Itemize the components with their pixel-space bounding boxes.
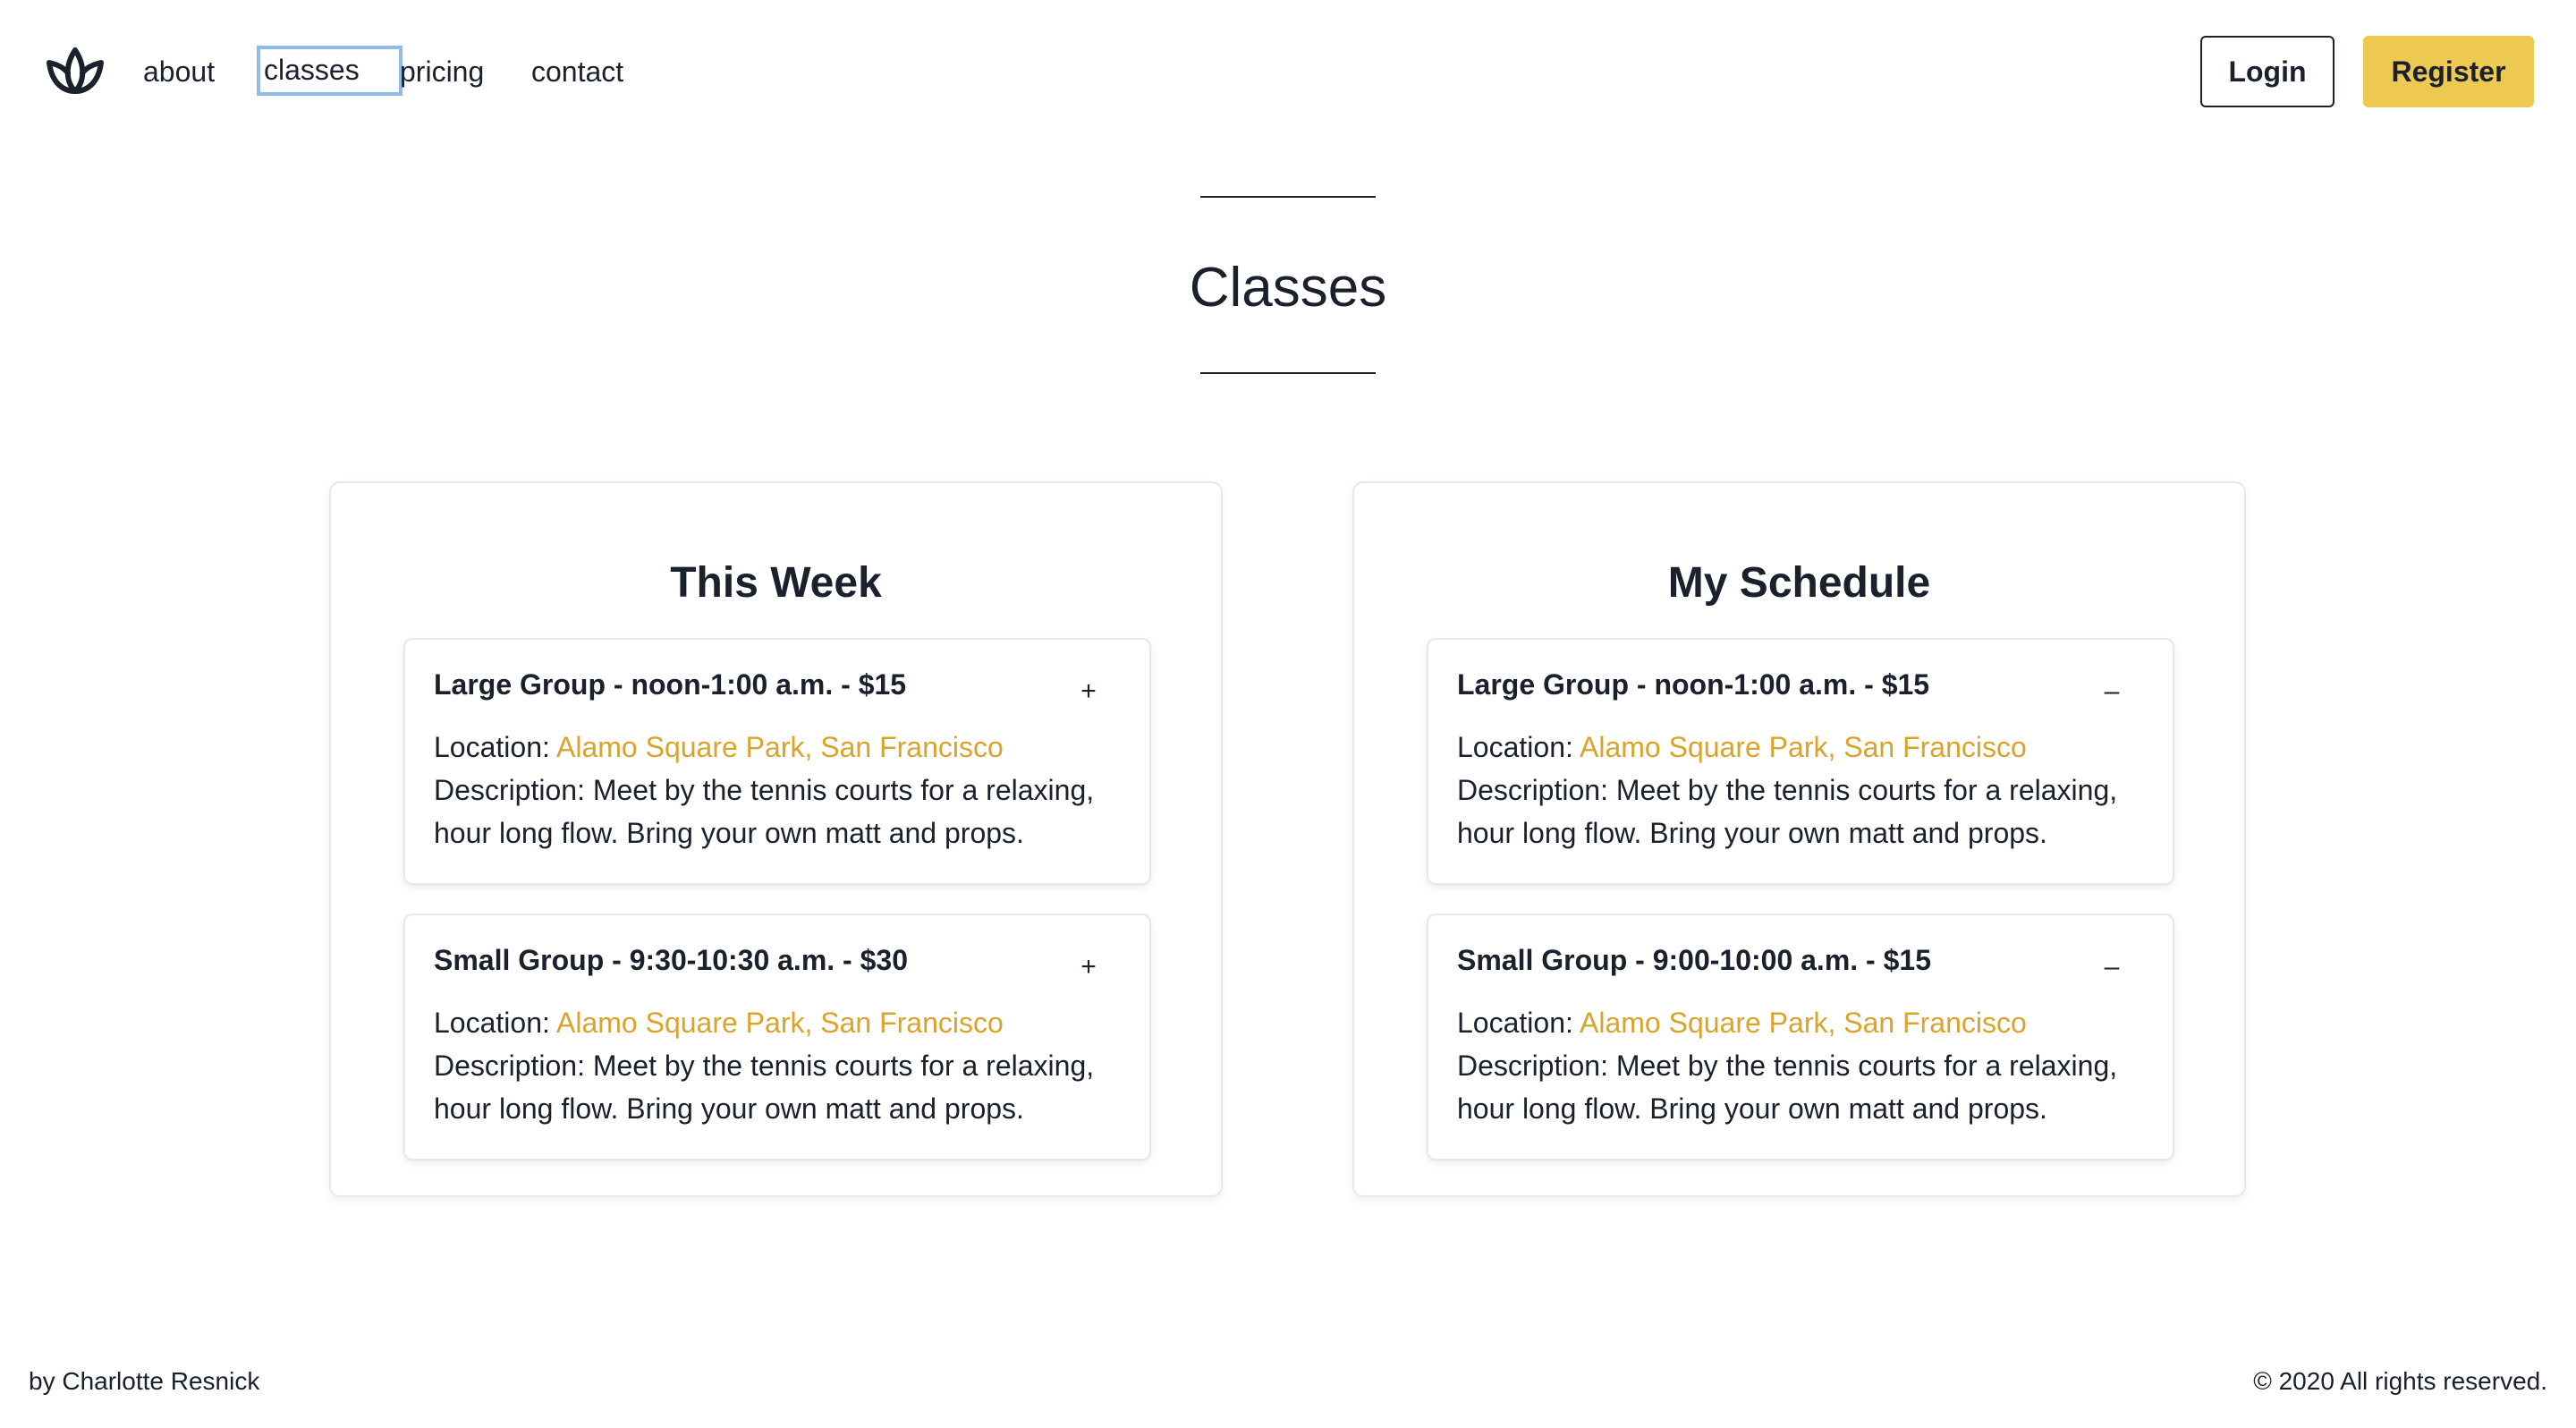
- location-label: Location:: [1457, 731, 1573, 763]
- panel-title: This Week: [670, 559, 882, 607]
- location-label: Location:: [434, 731, 550, 763]
- class-location: Location: Alamo Square Park, San Francis…: [434, 1001, 1004, 1044]
- location-link[interactable]: Alamo Square Park, San Francisco: [1580, 731, 2027, 763]
- location-link[interactable]: Alamo Square Park, San Francisco: [556, 1007, 1004, 1039]
- class-card: Small Group - 9:00-10:00 a.m. - $15 – Lo…: [1427, 914, 2174, 1160]
- nav-pricing-link[interactable]: pricing: [400, 52, 484, 91]
- title-divider-top: [1200, 196, 1376, 198]
- nav-classes-link[interactable]: classes: [257, 46, 402, 96]
- class-description: Description: Meet by the tennis courts f…: [434, 1050, 1095, 1125]
- remove-class-button[interactable]: –: [2094, 674, 2130, 710]
- class-heading: Small Group - 9:00-10:00 a.m. - $15: [1457, 944, 1931, 976]
- page-title: Classes: [1189, 257, 1387, 319]
- footer-author: by Charlotte Resnick: [29, 1367, 260, 1395]
- panel-title: My Schedule: [1667, 559, 1931, 607]
- register-button[interactable]: Register: [2363, 36, 2534, 107]
- class-location: Location: Alamo Square Park, San Francis…: [1457, 1001, 2027, 1044]
- location-label: Location:: [434, 1007, 550, 1039]
- title-divider-bottom: [1200, 372, 1376, 374]
- class-description: Description: Meet by the tennis courts f…: [1457, 774, 2118, 849]
- this-week-panel: This Week Large Group - noon-1:00 a.m. -…: [329, 481, 1223, 1197]
- class-heading: Large Group - noon-1:00 a.m. - $15: [1457, 668, 1930, 701]
- location-link[interactable]: Alamo Square Park, San Francisco: [1580, 1007, 2027, 1039]
- my-schedule-panel: My Schedule Large Group - noon-1:00 a.m.…: [1352, 481, 2246, 1197]
- location-label: Location:: [1457, 1007, 1573, 1039]
- class-location: Location: Alamo Square Park, San Francis…: [1457, 726, 2027, 769]
- class-card: Large Group - noon-1:00 a.m. - $15 + Loc…: [403, 638, 1151, 885]
- location-link[interactable]: Alamo Square Park, San Francisco: [556, 731, 1004, 763]
- nav-contact-link[interactable]: contact: [531, 52, 623, 91]
- site-header: about classes pricing contact Login Regi…: [0, 0, 2576, 143]
- class-card: Small Group - 9:30-10:30 a.m. - $30 + Lo…: [403, 914, 1151, 1160]
- remove-class-button[interactable]: –: [2094, 949, 2130, 985]
- lotus-icon[interactable]: [45, 43, 106, 97]
- add-class-button[interactable]: +: [1071, 674, 1106, 710]
- add-class-button[interactable]: +: [1071, 949, 1106, 985]
- class-heading: Small Group - 9:30-10:30 a.m. - $30: [434, 944, 908, 976]
- class-description: Description: Meet by the tennis courts f…: [434, 774, 1095, 849]
- login-button[interactable]: Login: [2200, 36, 2334, 107]
- footer-copyright: © 2020 All rights reserved.: [2253, 1367, 2547, 1395]
- class-description: Description: Meet by the tennis courts f…: [1457, 1050, 2118, 1125]
- class-heading: Large Group - noon-1:00 a.m. - $15: [434, 668, 907, 701]
- class-location: Location: Alamo Square Park, San Francis…: [434, 726, 1004, 769]
- nav-about-link[interactable]: about: [143, 52, 215, 91]
- class-card: Large Group - noon-1:00 a.m. - $15 – Loc…: [1427, 638, 2174, 885]
